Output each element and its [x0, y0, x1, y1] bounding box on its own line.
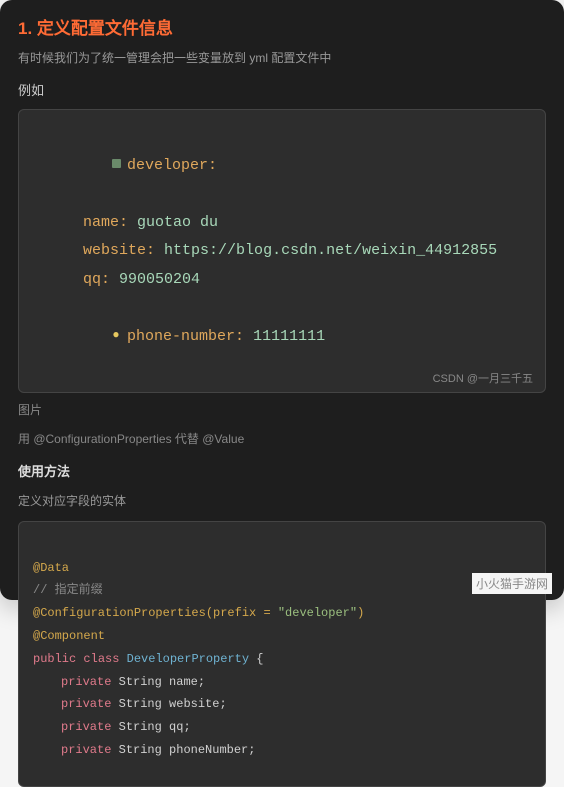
example-label: 例如 [18, 80, 546, 99]
yml-entry-name: name: guotao du [33, 209, 531, 238]
image-caption: 图片 [18, 401, 546, 418]
article-panel: 1. 定义配置文件信息 有时候我们为了统一管理会把一些变量放到 yml 配置文件… [0, 0, 564, 600]
config-note: 用 @ConfigurationProperties 代替 @Value [18, 430, 546, 447]
anno-config: @ConfigurationProperties [33, 606, 206, 620]
class-name: DeveloperProperty [127, 652, 249, 666]
java-code-lines: @Data // 指定前缀 @ConfigurationProperties(p… [33, 534, 531, 785]
description-text: 有时候我们为了统一管理会把一些变量放到 yml 配置文件中 [18, 49, 546, 66]
usage-title: 使用方法 [18, 461, 546, 480]
yml-root-key: developer [127, 157, 208, 174]
usage-subtext: 定义对应字段的实体 [18, 492, 546, 509]
comment-prefix: // 指定前缀 [33, 583, 103, 597]
anno-data: @Data [33, 561, 69, 575]
yml-entry-website: website: https://blog.csdn.net/weixin_44… [33, 237, 531, 266]
field-qq: qq [169, 720, 183, 734]
field-website: website [169, 697, 219, 711]
yml-entry-phone: ●phone-number: 11111111 [33, 294, 531, 380]
yml-root-line: developer: [33, 122, 531, 209]
anno-component: @Component [33, 629, 105, 643]
csdn-watermark: CSDN @一月三千五 [433, 370, 533, 386]
field-name: name [169, 675, 198, 689]
yml-entry-qq: qq: 990050204 [33, 266, 531, 295]
site-watermark: 小火猫手游网 [472, 573, 552, 594]
collapse-icon [109, 151, 123, 180]
section-heading: 1. 定义配置文件信息 [18, 14, 546, 39]
yml-code-block: developer: name: guotao du website: http… [18, 109, 546, 393]
java-code-block: @Data // 指定前缀 @ConfigurationProperties(p… [18, 521, 546, 787]
field-phone: phoneNumber [169, 743, 248, 757]
lightbulb-icon: ● [109, 324, 123, 347]
